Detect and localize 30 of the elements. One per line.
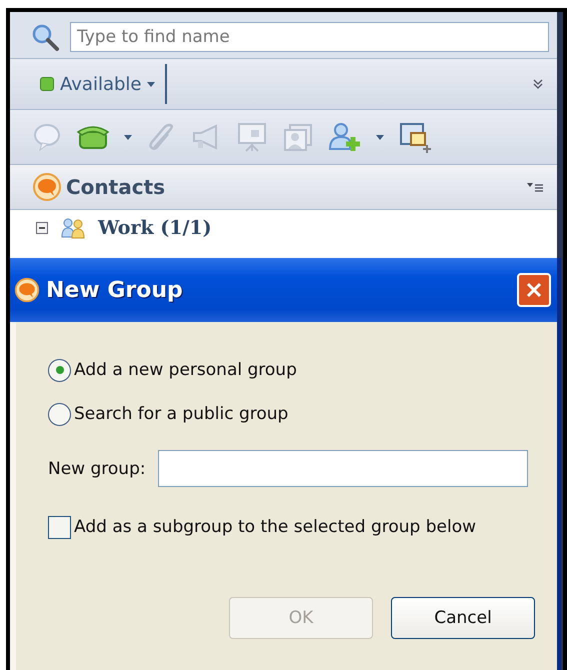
checkbox[interactable] (48, 516, 71, 538)
radio-button[interactable] (48, 402, 71, 426)
chat-logo-icon (14, 277, 40, 303)
close-button[interactable] (517, 273, 551, 307)
caret-icon[interactable] (124, 134, 132, 140)
add-person-icon[interactable] (328, 121, 362, 153)
option-label: Add a new personal group (74, 360, 297, 380)
chevron-down-icon[interactable] (533, 78, 543, 90)
menu-icon[interactable] (527, 182, 543, 192)
close-icon (524, 280, 544, 300)
dialog-button[interactable]: Cancel (391, 597, 535, 639)
option-label: Search for a public group (74, 404, 288, 424)
search-field[interactable]: Type to find name (70, 22, 549, 52)
checkbox-label: Add as a subgroup to the selected group below (74, 517, 476, 537)
chat-logo-icon (32, 172, 62, 202)
expander-icon[interactable] (36, 222, 48, 234)
group-name-field[interactable] (158, 450, 528, 487)
contacts-title: Contacts (66, 175, 166, 199)
group-people-icon (60, 217, 86, 239)
radio-button[interactable] (48, 358, 71, 382)
new-window-icon[interactable] (398, 121, 432, 153)
caret-icon[interactable] (376, 134, 384, 140)
group-label[interactable]: Work (1/1) (98, 217, 212, 239)
radio-option[interactable]: Add a new personal group (48, 348, 535, 392)
field-label: New group: (48, 458, 146, 478)
caret-icon (147, 82, 156, 86)
dialog-title: New Group (46, 278, 183, 302)
status-dropdown[interactable]: Available (40, 69, 156, 99)
radio-option[interactable]: Search for a public group (48, 392, 535, 436)
search-icon (30, 22, 60, 52)
